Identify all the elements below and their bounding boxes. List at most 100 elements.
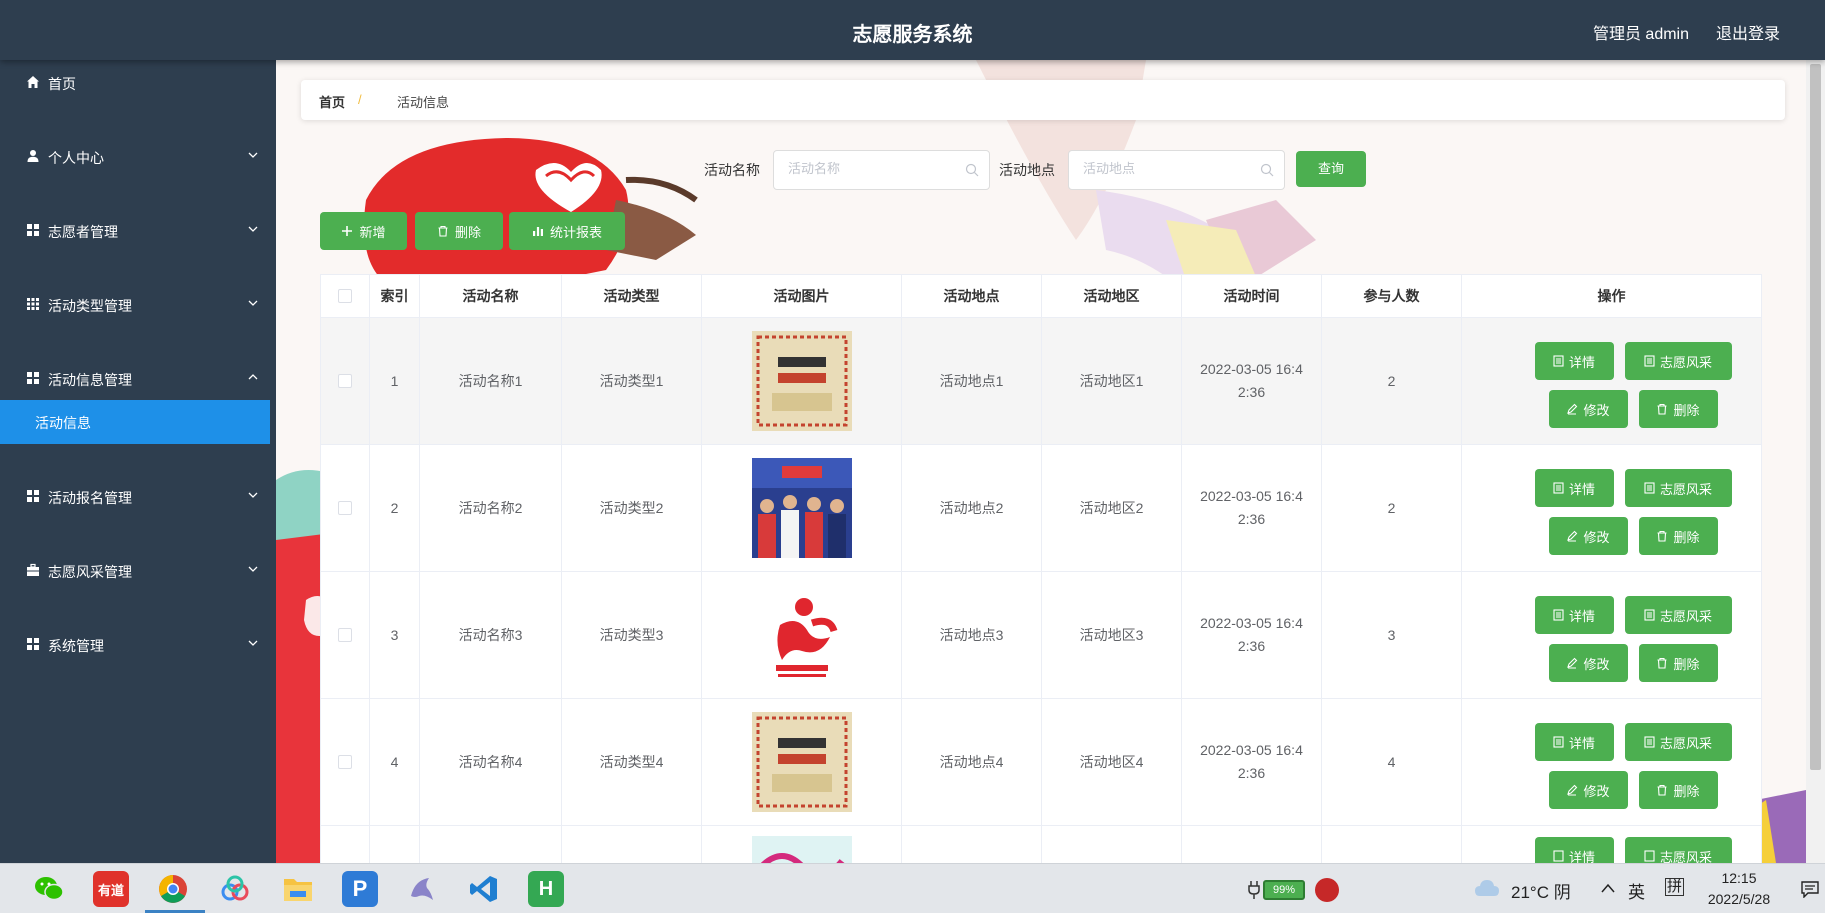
sidebar-item-activity-type-mgmt[interactable]: 活动类型管理: [0, 284, 276, 324]
p-app-icon[interactable]: P: [342, 871, 378, 907]
youdao-icon[interactable]: 有道: [93, 871, 129, 907]
trash-icon: [1657, 784, 1667, 796]
location-cell: 活动地点4: [902, 699, 1042, 825]
sidebar-item-personal-center[interactable]: 个人中心: [0, 136, 276, 176]
volunteer-style-button[interactable]: 志愿风采: [1624, 723, 1732, 761]
breadcrumb-home[interactable]: 首页: [319, 92, 345, 111]
volunteer-style-label: 志愿风采: [1659, 354, 1712, 370]
dolphin-icon[interactable]: [404, 871, 440, 907]
system-clock[interactable]: 12:15 2022/5/28: [1705, 868, 1773, 910]
battery-indicator[interactable]: 99%: [1263, 880, 1305, 900]
sidebar-item-signup-mgmt[interactable]: 活动报名管理: [0, 476, 276, 516]
detail-button[interactable]: 详情: [1534, 837, 1614, 863]
edit-button[interactable]: 修改: [1548, 390, 1628, 428]
type-cell: 活动类型1: [562, 318, 702, 444]
image-cell: [702, 699, 902, 825]
table-row[interactable]: 4 活动名称4 活动类型4 活动地点4 活动地区4 2022-03-05 16:…: [320, 699, 1762, 826]
weather-text[interactable]: 21°C 阴: [1511, 878, 1571, 903]
table-row[interactable]: 详情 志愿风采: [320, 826, 1762, 863]
hbuilder-icon[interactable]: H: [528, 871, 564, 907]
bar-chart-icon: [532, 227, 543, 236]
row-select-cell[interactable]: [320, 318, 370, 444]
edit-button[interactable]: 修改: [1548, 644, 1628, 682]
search-icon: [1260, 163, 1274, 177]
volunteer-style-button[interactable]: 志愿风采: [1624, 342, 1732, 380]
header-select-all[interactable]: [320, 275, 370, 317]
document-icon: [1644, 355, 1655, 367]
page-scrollbar[interactable]: [1806, 60, 1825, 863]
activity-name-input[interactable]: [788, 161, 958, 176]
notification-icon[interactable]: [1800, 880, 1820, 898]
group-photo-image: [751, 458, 852, 558]
row-select-cell[interactable]: [320, 699, 370, 825]
sidebar-item-label: 个人中心: [48, 150, 104, 166]
select-all-checkbox[interactable]: [338, 289, 352, 303]
delete-button[interactable]: 删除: [415, 212, 503, 250]
row-checkbox[interactable]: [338, 755, 352, 769]
ime-language[interactable]: 英: [1628, 878, 1645, 903]
document-icon: [1553, 355, 1564, 367]
row-delete-label: 删除: [1673, 529, 1700, 545]
activity-location-field[interactable]: [1068, 150, 1285, 190]
ime-mode[interactable]: 拼: [1665, 878, 1685, 896]
antivirus-tray-icon[interactable]: [1315, 878, 1339, 902]
edit-button[interactable]: 修改: [1548, 771, 1628, 809]
volunteer-style-button[interactable]: 志愿风采: [1624, 469, 1732, 507]
sidebar-item-volunteer-style-mgmt[interactable]: 志愿风采管理: [0, 550, 276, 590]
chrome-icon[interactable]: [155, 871, 191, 907]
row-delete-button[interactable]: 删除: [1638, 390, 1718, 428]
time-cell: [1182, 826, 1322, 863]
sidebar-subitem-activity-info[interactable]: 活动信息: [0, 400, 270, 444]
detail-button[interactable]: 详情: [1534, 596, 1614, 634]
wechat-icon[interactable]: [31, 871, 67, 907]
scrollbar-thumb[interactable]: [1810, 64, 1821, 770]
row-checkbox[interactable]: [338, 628, 352, 642]
grid-icon: [27, 224, 39, 236]
row-delete-button[interactable]: 删除: [1638, 517, 1718, 555]
index-cell: 1: [370, 318, 420, 444]
table-row[interactable]: 3 活动名称3 活动类型3 活动地点3 活动地区3 2022-03-05 16:…: [320, 572, 1762, 699]
sidebar-item-label: 活动类型管理: [48, 298, 132, 314]
time-line-2: 2:36: [1237, 384, 1266, 400]
grid-icon: [27, 372, 39, 384]
detail-button[interactable]: 详情: [1534, 469, 1614, 507]
query-button[interactable]: 查询: [1296, 151, 1366, 187]
index-cell: 3: [370, 572, 420, 698]
row-select-cell[interactable]: [320, 572, 370, 698]
row-checkbox[interactable]: [338, 501, 352, 515]
location-cell: [902, 826, 1042, 863]
activity-table: 索引 活动名称 活动类型 活动图片 活动地点 活动地区 活动时间 参与人数 操作…: [320, 274, 1762, 863]
table-row[interactable]: 2 活动名称2 活动类型2 活动地点2 活动地区2 2022-03-05 16:…: [320, 445, 1762, 572]
volunteer-style-label: 志愿风采: [1659, 735, 1712, 751]
activity-location-input[interactable]: [1083, 161, 1253, 176]
vscode-icon[interactable]: [466, 871, 502, 907]
table-row[interactable]: 1 活动名称1 活动类型1 活动地点1 活动地区1 2022-03-05 16:…: [320, 318, 1762, 445]
row-select-cell[interactable]: [320, 445, 370, 571]
edit-button[interactable]: 修改: [1548, 517, 1628, 555]
row-checkbox[interactable]: [338, 374, 352, 388]
grid-dots-icon: [27, 298, 39, 310]
row-delete-button[interactable]: 删除: [1638, 644, 1718, 682]
delete-button-label: 删除: [454, 224, 481, 240]
sidebar-item-volunteer-mgmt[interactable]: 志愿者管理: [0, 210, 276, 250]
add-button[interactable]: 新增: [320, 212, 407, 250]
volunteer-style-button[interactable]: 志愿风采: [1624, 837, 1732, 863]
location-cell: 活动地点1: [902, 318, 1042, 444]
logout-link[interactable]: 退出登录: [1716, 20, 1780, 44]
power-plug-icon: [1248, 881, 1260, 899]
detail-button[interactable]: 详情: [1534, 342, 1614, 380]
detail-button[interactable]: 详情: [1534, 723, 1614, 761]
sidebar-item-system-mgmt[interactable]: 系统管理: [0, 624, 276, 664]
volunteer-style-button[interactable]: 志愿风采: [1624, 596, 1732, 634]
row-select-cell[interactable]: [320, 826, 370, 863]
time-cell: 2022-03-05 16:4 2:36: [1182, 572, 1322, 698]
sidebar-item-label: 志愿风采管理: [48, 564, 132, 580]
sidebar-item-home[interactable]: 首页: [0, 62, 276, 102]
activity-name-field[interactable]: [773, 150, 990, 190]
row-delete-button[interactable]: 删除: [1638, 771, 1718, 809]
baidu-netdisk-icon[interactable]: [217, 871, 253, 907]
report-button[interactable]: 统计报表: [509, 212, 625, 250]
sidebar-item-activity-info-mgmt[interactable]: 活动信息管理: [0, 358, 276, 398]
chevron-up-icon[interactable]: [1600, 882, 1616, 894]
file-explorer-icon[interactable]: [280, 871, 316, 907]
